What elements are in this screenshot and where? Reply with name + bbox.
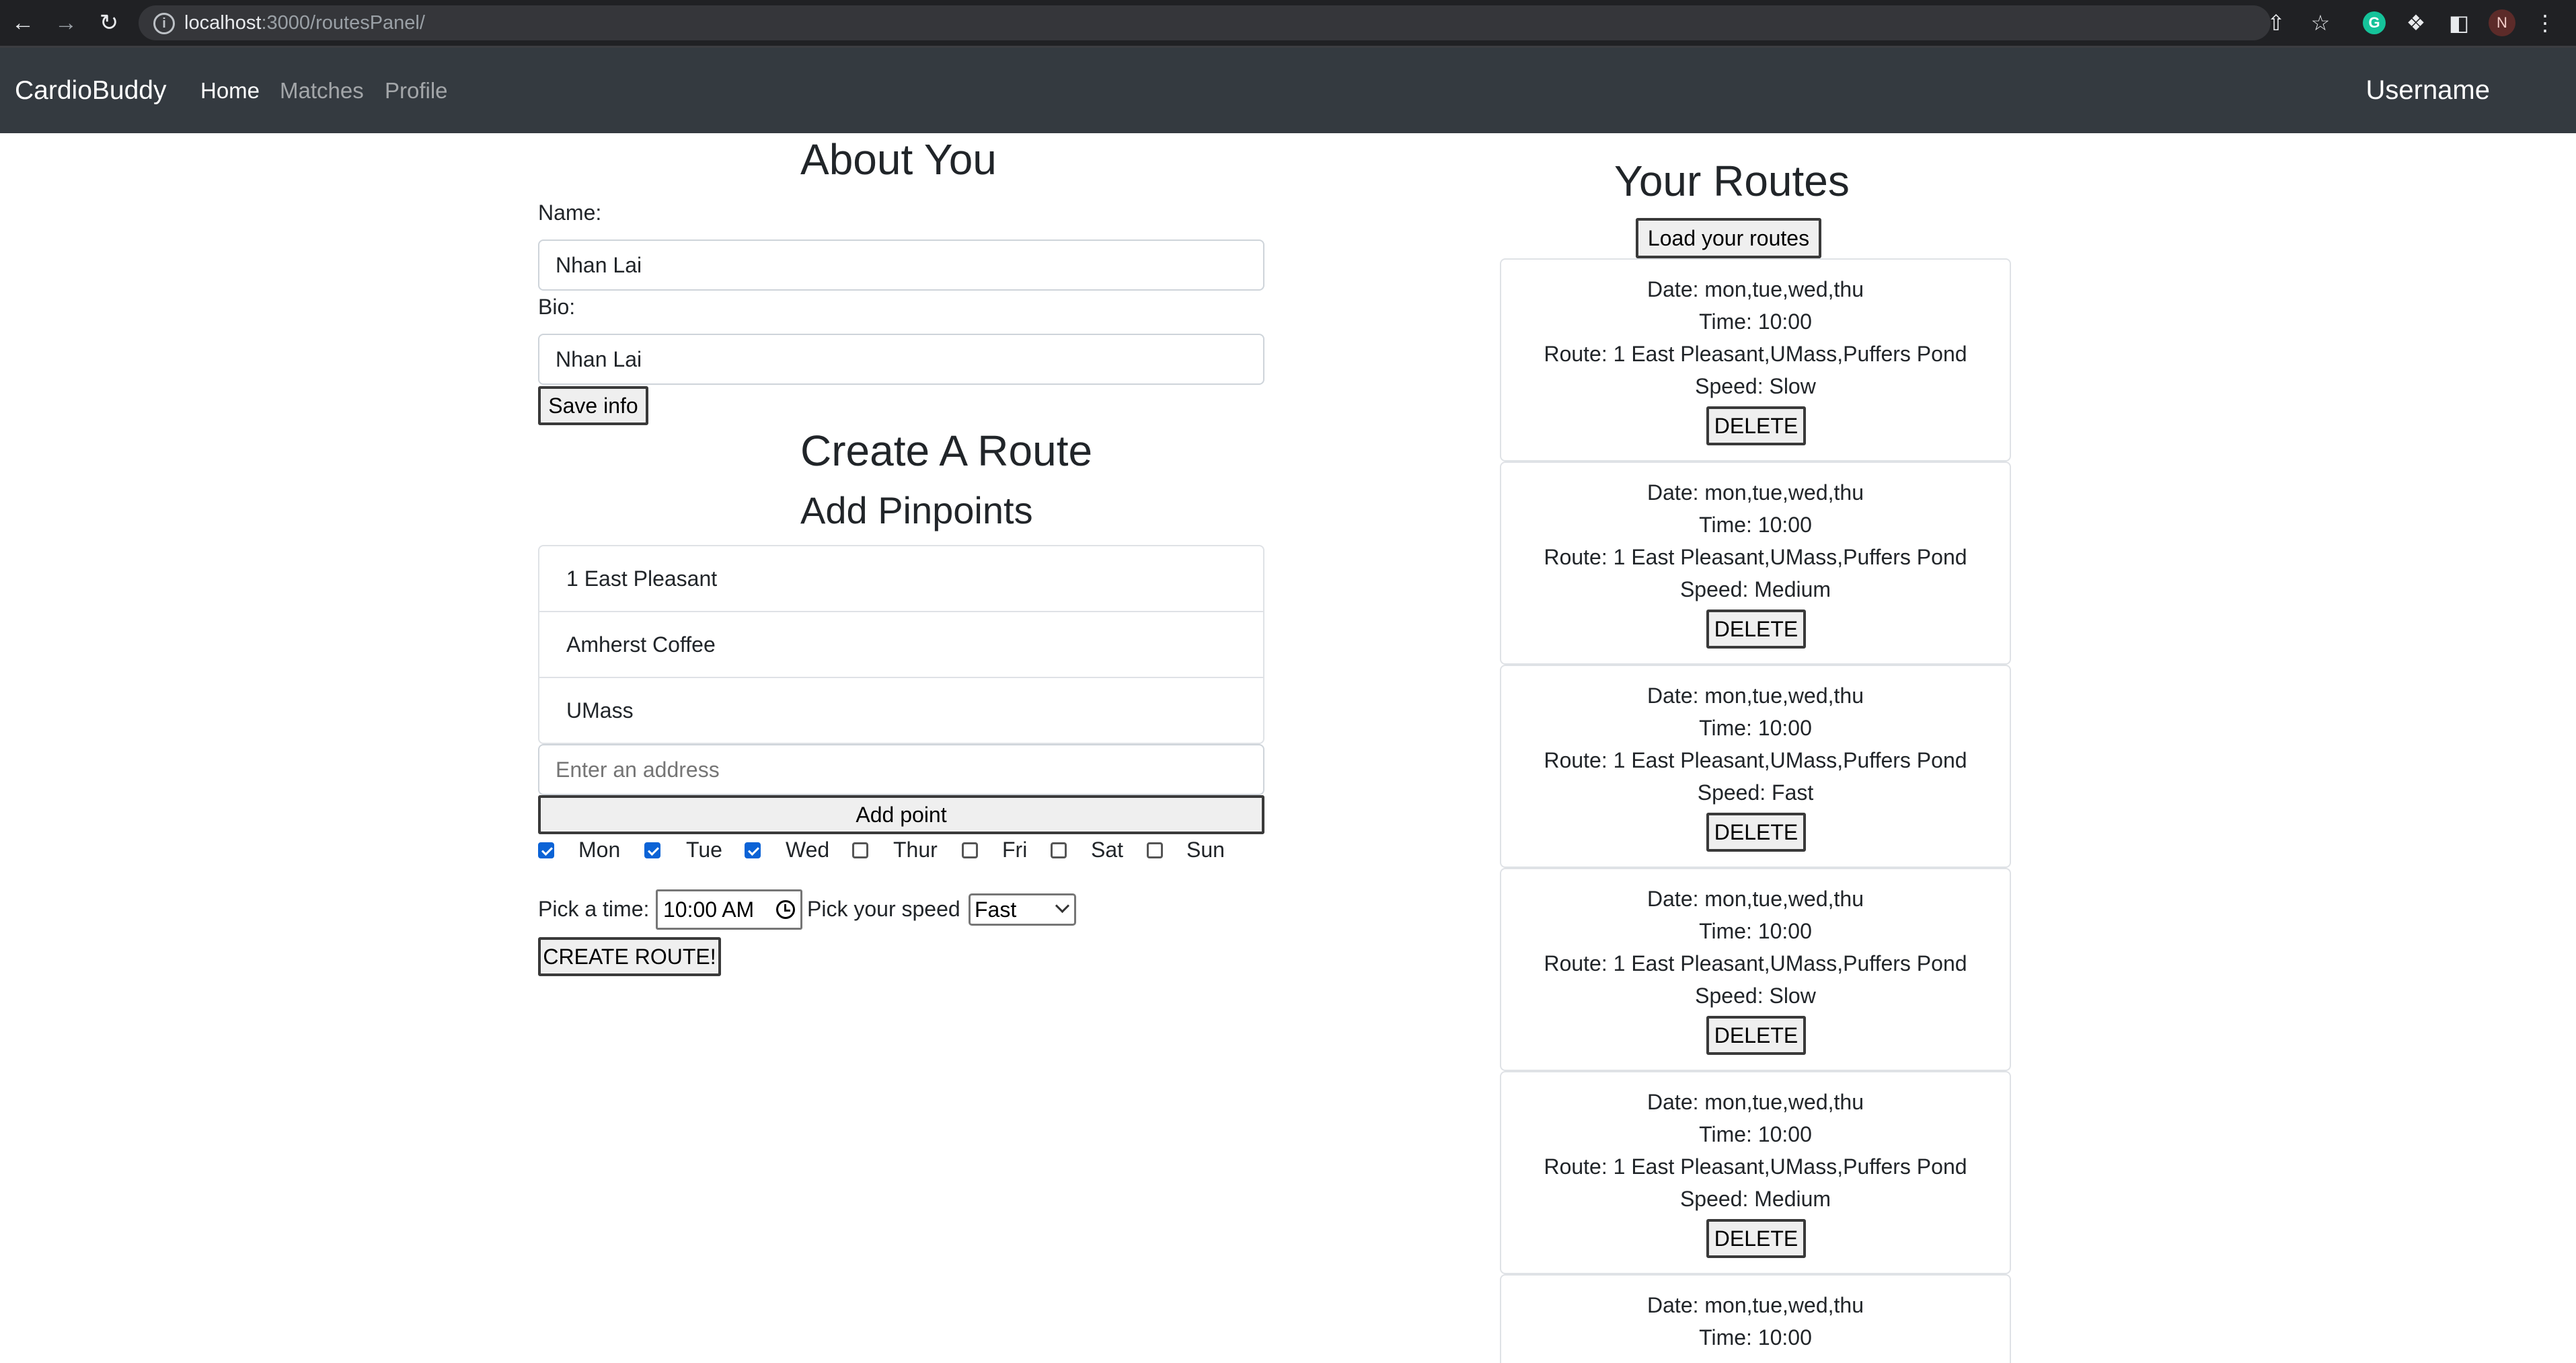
checkbox-tue[interactable]: [644, 842, 660, 858]
route-time: Time: 10:00: [1699, 309, 1812, 334]
route-path: Route: 1 East Pleasant,UMass,Puffers Pon…: [1544, 545, 1967, 569]
route-speed: Speed: Medium: [1679, 1187, 1831, 1211]
day-label-fri: Fri: [1002, 838, 1028, 862]
browser-toolbar: ← → ↻ i localhost:3000/routesPanel/ ⇧ ☆ …: [0, 0, 2576, 48]
load-routes-button[interactable]: Load your routes: [1636, 218, 1821, 258]
speed-label: Pick your speed: [807, 897, 960, 921]
extensions-puzzle-icon[interactable]: ❖: [2402, 9, 2429, 36]
speed-select[interactable]: Fast: [969, 893, 1076, 926]
delete-route-button[interactable]: DELETE: [1706, 1219, 1806, 1258]
route-time: Time: 10:00: [1699, 716, 1812, 740]
day-label-sat: Sat: [1091, 838, 1124, 862]
route-path: Route: 1 East Pleasant,UMass,Puffers Pon…: [1544, 342, 1967, 366]
about-title: About You: [800, 135, 997, 184]
side-panel-icon[interactable]: ◧: [2446, 9, 2472, 36]
save-info-button[interactable]: Save info: [538, 386, 648, 425]
route-card: Date: mon,tue,wed,thu Time: 10:00 Route:…: [1500, 258, 2011, 462]
forward-arrow-icon[interactable]: →: [52, 9, 79, 36]
route-speed: Speed: Slow: [1695, 374, 1816, 398]
route-speed: Speed: Slow: [1695, 984, 1816, 1008]
bio-label: Bio:: [538, 295, 576, 319]
nav-link-profile[interactable]: Profile: [385, 48, 448, 133]
route-card: Date: mon,tue,wed,thu Time: 10:00: [1500, 1274, 2011, 1363]
bookmark-star-icon[interactable]: ☆: [2307, 9, 2334, 36]
app-navbar: CardioBuddy Home Matches Profile Usernam…: [0, 48, 2576, 133]
route-time: Time: 10:00: [1699, 919, 1812, 943]
day-label-thur: Thur: [893, 838, 938, 862]
time-picker[interactable]: 10:00 AM: [656, 889, 802, 930]
name-input[interactable]: Nhan Lai: [538, 240, 1264, 291]
checkbox-wed[interactable]: [745, 842, 761, 858]
routes-title: Your Routes: [1614, 157, 1850, 205]
day-label-tue: Tue: [686, 838, 722, 862]
speed-selected-value: Fast: [975, 897, 1017, 922]
route-time: Time: 10:00: [1699, 1122, 1812, 1146]
route-time: Time: 10:00: [1699, 1325, 1812, 1350]
menu-kebab-icon[interactable]: ⋮: [2532, 9, 2559, 36]
route-card: Date: mon,tue,wed,thu Time: 10:00 Route:…: [1500, 665, 2011, 868]
route-date: Date: mon,tue,wed,thu: [1647, 277, 1864, 301]
add-pinpoints-title: Add Pinpoints: [800, 489, 1033, 531]
username-link[interactable]: Username: [2365, 48, 2490, 133]
clock-icon[interactable]: [776, 900, 795, 919]
bio-input[interactable]: Nhan Lai: [538, 334, 1264, 385]
url-text[interactable]: localhost:3000/routesPanel/: [184, 5, 425, 40]
day-label-mon: Mon: [578, 838, 621, 862]
route-path: Route: 1 East Pleasant,UMass,Puffers Pon…: [1544, 1154, 1967, 1179]
day-label-wed: Wed: [786, 838, 830, 862]
site-info-icon[interactable]: i: [153, 13, 175, 34]
route-date: Date: mon,tue,wed,thu: [1647, 1090, 1864, 1114]
delete-route-button[interactable]: DELETE: [1706, 406, 1806, 445]
day-label-sun: Sun: [1186, 838, 1225, 862]
nav-link-matches[interactable]: Matches: [280, 48, 364, 133]
pinpoint-list: 1 East Pleasant Amherst Coffee UMass: [538, 545, 1264, 744]
route-card: Date: mon,tue,wed,thu Time: 10:00 Route:…: [1500, 868, 2011, 1071]
checkbox-mon[interactable]: [538, 842, 554, 858]
route-speed: Speed: Medium: [1679, 577, 1831, 601]
route-path: Route: 1 East Pleasant,UMass,Puffers Pon…: [1544, 748, 1967, 772]
route-path: Route: 1 East Pleasant,UMass,Puffers Pon…: [1544, 951, 1967, 975]
route-date: Date: mon,tue,wed,thu: [1647, 480, 1864, 505]
checkbox-sun[interactable]: [1147, 842, 1163, 858]
add-point-button[interactable]: Add point: [538, 795, 1264, 834]
back-arrow-icon[interactable]: ←: [9, 9, 36, 36]
list-item[interactable]: Amherst Coffee: [539, 612, 1263, 678]
nav-link-home[interactable]: Home: [200, 48, 260, 133]
route-card: Date: mon,tue,wed,thu Time: 10:00 Route:…: [1500, 1071, 2011, 1274]
reload-icon[interactable]: ↻: [96, 9, 122, 36]
grammarly-extension-icon[interactable]: G: [2363, 11, 2386, 34]
address-bar[interactable]: i localhost:3000/routesPanel/: [139, 5, 2271, 40]
route-speed: Speed: Fast: [1697, 780, 1814, 805]
time-value: 10:00 AM: [663, 897, 755, 922]
list-item[interactable]: 1 East Pleasant: [539, 546, 1263, 612]
brand-logo[interactable]: CardioBuddy: [15, 48, 166, 133]
delete-route-button[interactable]: DELETE: [1706, 813, 1806, 852]
route-date: Date: mon,tue,wed,thu: [1647, 1293, 1864, 1317]
create-route-title: Create A Route: [800, 427, 1093, 475]
route-date: Date: mon,tue,wed,thu: [1647, 684, 1864, 708]
checkbox-thur[interactable]: [852, 842, 868, 858]
checkbox-sat[interactable]: [1051, 842, 1067, 858]
route-time: Time: 10:00: [1699, 513, 1812, 537]
delete-route-button[interactable]: DELETE: [1706, 610, 1806, 649]
list-item[interactable]: UMass: [539, 678, 1263, 743]
address-input[interactable]: [538, 744, 1264, 795]
create-route-button[interactable]: CREATE ROUTE!: [538, 937, 721, 976]
time-label: Pick a time:: [538, 897, 650, 921]
name-label: Name:: [538, 200, 602, 225]
chevron-down-icon: [1055, 898, 1070, 914]
share-icon[interactable]: ⇧: [2263, 9, 2289, 36]
delete-route-button[interactable]: DELETE: [1706, 1016, 1806, 1055]
checkbox-fri[interactable]: [962, 842, 978, 858]
route-card: Date: mon,tue,wed,thu Time: 10:00 Route:…: [1500, 462, 2011, 665]
profile-avatar[interactable]: N: [2489, 9, 2515, 36]
route-date: Date: mon,tue,wed,thu: [1647, 887, 1864, 911]
